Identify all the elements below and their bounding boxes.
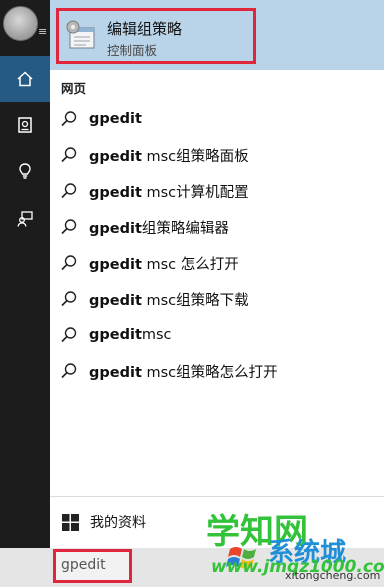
search-icon bbox=[61, 363, 77, 379]
search-icon bbox=[61, 291, 77, 307]
suggestion-keyword: gpedit bbox=[89, 256, 142, 273]
reminders-button[interactable] bbox=[0, 148, 50, 194]
suggestion-item[interactable]: gpedit msc 怎么打开 bbox=[50, 245, 384, 281]
suggestion-rest: msc 怎么打开 bbox=[141, 256, 239, 273]
suggestion-rest: msc组策略怎么打开 bbox=[141, 364, 278, 381]
lightbulb-icon bbox=[19, 163, 31, 179]
suggestion-keyword: gpedit bbox=[89, 327, 142, 343]
section-header-web: 网页 bbox=[61, 81, 87, 96]
suggestion-item[interactable]: gpedit msc组策略下载 bbox=[50, 281, 384, 317]
suggestion-item[interactable]: gpedit msc组策略怎么打开 bbox=[50, 353, 384, 389]
notebook-button[interactable] bbox=[0, 102, 50, 148]
my-stuff-label: 我的资料 bbox=[90, 515, 146, 531]
suggestion-item[interactable]: gpedit msc组策略面板 bbox=[50, 137, 384, 173]
search-input[interactable]: gpedit bbox=[61, 557, 106, 573]
search-icon bbox=[61, 183, 77, 199]
divider bbox=[50, 496, 384, 497]
search-icon bbox=[61, 111, 77, 127]
suggestion-item[interactable]: gpedit组策略编辑器 bbox=[50, 209, 384, 245]
home-icon bbox=[17, 71, 33, 87]
suggestion-keyword: gpedit bbox=[89, 148, 142, 165]
search-panel: 编辑组策略 控制面板 网页 gpedit gpedit msc组策略面板 gpe… bbox=[50, 0, 384, 587]
sidebar-rail: ≡ bbox=[0, 0, 50, 587]
suggestion-rest: 组策略编辑器 bbox=[141, 220, 229, 237]
suggestion-item[interactable]: gpeditmsc bbox=[50, 317, 384, 353]
suggestion-rest: msc组策略面板 bbox=[141, 148, 249, 165]
search-icon bbox=[61, 147, 77, 163]
suggestion-rest: msc计算机配置 bbox=[141, 184, 249, 201]
suggestion-item[interactable]: gpedit bbox=[50, 101, 384, 137]
search-icon bbox=[61, 255, 77, 271]
suggestion-rest: msc组策略下载 bbox=[141, 292, 249, 309]
search-icon bbox=[61, 327, 77, 343]
suggestion-keyword: gpedit bbox=[89, 364, 142, 381]
avatar[interactable] bbox=[3, 6, 38, 41]
home-button[interactable] bbox=[0, 56, 50, 102]
best-match-item[interactable]: 编辑组策略 控制面板 bbox=[50, 0, 384, 70]
suggestion-list: gpedit gpedit msc组策略面板 gpedit msc计算机配置 g… bbox=[50, 101, 384, 389]
hamburger-icon[interactable]: ≡ bbox=[38, 26, 47, 37]
feedback-icon bbox=[17, 211, 33, 227]
suggestion-item[interactable]: gpedit msc计算机配置 bbox=[50, 173, 384, 209]
suggestion-keyword: gpedit bbox=[89, 184, 142, 201]
feedback-button[interactable] bbox=[0, 196, 50, 242]
suggestion-keyword: gpedit bbox=[89, 292, 142, 309]
suggestion-keyword: gpedit bbox=[89, 111, 142, 127]
suggestion-rest: msc bbox=[141, 327, 172, 343]
my-stuff-button[interactable]: 我的资料 bbox=[62, 512, 146, 532]
search-icon bbox=[61, 219, 77, 235]
notebook-icon bbox=[18, 117, 32, 133]
windows-icon bbox=[62, 513, 79, 531]
highlight-box-best-match bbox=[56, 8, 256, 64]
watermark-url-b: xitongcheng.com bbox=[285, 569, 381, 582]
suggestion-keyword: gpedit bbox=[89, 220, 142, 237]
